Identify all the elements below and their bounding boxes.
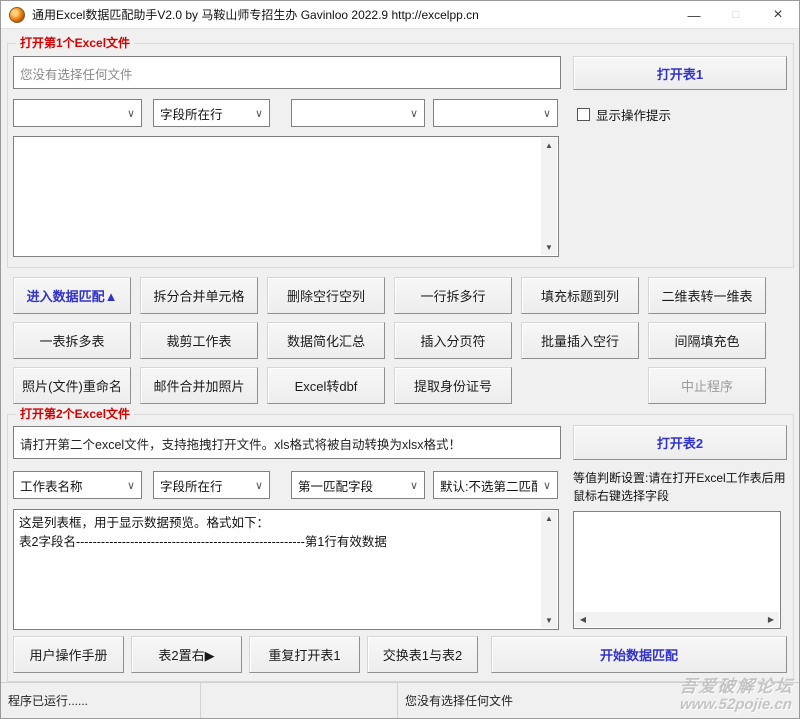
table2-preview-list[interactable]: 这是列表框，用于显示数据预览。格式如下： 表2字段名--------------… [13,509,559,630]
reopen-table1-button[interactable]: 重复打开表1 [249,636,360,673]
extract-id-number-button[interactable]: 提取身份证号 [394,367,512,404]
one-row-to-many-button[interactable]: 一行拆多行 [394,277,512,314]
status-file-message: 您没有选择任何文件 [398,683,799,718]
preview-line-1: 这是列表框，用于显示数据预览。格式如下： [19,514,538,533]
split-merged-cells-button[interactable]: 拆分合并单元格 [140,277,258,314]
open-table2-button[interactable]: 打开表2 [573,425,787,460]
abort-program-button: 中止程序 [648,367,766,404]
group2-title: 打开第2个Excel文件 [16,407,134,421]
checkbox-icon [577,108,590,121]
sheet1-name-combo[interactable]: ∨ [13,99,142,127]
scroll-up-icon[interactable]: ▲ [541,138,557,153]
close-button[interactable]: × [757,1,799,29]
preview-lines: 这是列表框，用于显示数据预览。格式如下： 表2字段名--------------… [14,510,558,552]
equal-judge-note: 等值判断设置:请在打开Excel工作表后用鼠标右键选择字段 [573,469,791,505]
chevron-down-icon: ∨ [249,107,269,120]
enter-data-match-button[interactable]: 进入数据匹配▲ [13,277,131,314]
file1-path-field[interactable]: 您没有选择任何文件 [13,56,561,89]
table-2d-to-1d-button[interactable]: 二维表转一维表 [648,277,766,314]
sheet2-name-combo[interactable]: 工作表名称 ∨ [13,471,142,499]
window-controls: — □ × [673,1,799,29]
start-data-match-button[interactable]: 开始数据匹配 [491,636,787,673]
chevron-down-icon: ∨ [249,479,269,492]
scroll-right-icon[interactable]: ▶ [763,612,779,627]
vertical-scrollbar[interactable]: ▲ ▼ [541,138,557,255]
equal-fields-list[interactable]: ◀ ▶ [573,511,781,629]
batch-insert-empty-rows-button[interactable]: 批量插入空行 [521,322,639,359]
data-simplify-summary-button[interactable]: 数据简化汇总 [267,322,385,359]
match1-field-combo[interactable]: ∨ [291,99,425,127]
one-table-to-many-button[interactable]: 一表拆多表 [13,322,131,359]
scroll-down-icon[interactable]: ▼ [541,613,557,628]
status-bar: 程序已运行...... 您没有选择任何文件 [1,682,799,718]
chevron-down-icon: ∨ [404,107,424,120]
field1-row-combo[interactable]: 字段所在行 ∨ [153,99,270,127]
window-title: 通用Excel数据匹配助手V2.0 by 马鞍山师专招生办 Gavinloo 2… [32,6,479,23]
app-window: 通用Excel数据匹配助手V2.0 by 马鞍山师专招生办 Gavinloo 2… [0,0,800,719]
preview-line-2: 表2字段名-----------------------------------… [19,533,538,552]
scroll-down-icon[interactable]: ▼ [541,240,557,255]
minimize-button[interactable]: — [673,1,715,29]
excel-to-dbf-button[interactable]: Excel转dbf [267,367,385,404]
file2-path-field[interactable]: 请打开第二个excel文件，支持拖拽打开文件。xls格式将被自动转换为xlsx格… [13,426,561,459]
vertical-scrollbar[interactable]: ▲ ▼ [541,511,557,628]
table2-to-right-button[interactable]: 表2置右▶ [131,636,242,673]
title-bar: 通用Excel数据匹配助手V2.0 by 马鞍山师专招生办 Gavinloo 2… [1,1,799,29]
insert-page-break-button[interactable]: 插入分页符 [394,322,512,359]
field2-row-combo[interactable]: 字段所在行 ∨ [153,471,270,499]
delete-empty-rows-cols-button[interactable]: 删除空行空列 [267,277,385,314]
tools-grid: 进入数据匹配▲ 拆分合并单元格 删除空行空列 一行拆多行 填充标题到列 二维表转… [13,277,766,404]
maximize-button[interactable]: □ [715,1,757,29]
horizontal-scrollbar[interactable]: ◀ ▶ [575,612,779,627]
chevron-down-icon: ∨ [121,107,141,120]
chevron-down-icon: ∨ [537,479,557,492]
app-icon [9,7,25,23]
table1-preview-list[interactable]: ▲ ▼ [13,136,559,257]
status-running: 程序已运行...... [1,683,201,718]
interval-fill-color-button[interactable]: 间隔填充色 [648,322,766,359]
chevron-down-icon: ∨ [404,479,424,492]
status-middle [201,683,398,718]
photo-file-rename-button[interactable]: 照片(文件)重命名 [13,367,131,404]
swap-tables-button[interactable]: 交换表1与表2 [367,636,478,673]
show-tips-checkbox[interactable]: 显示操作提示 [577,105,671,124]
first-match-field-combo[interactable]: 第一匹配字段 ∨ [291,471,425,499]
match1-field2-combo[interactable]: ∨ [433,99,558,127]
show-tips-label: 显示操作提示 [596,105,671,124]
scroll-left-icon[interactable]: ◀ [575,612,591,627]
user-manual-button[interactable]: 用户操作手册 [13,636,124,673]
second-match-field-combo[interactable]: 默认:不选第二匹配字 ∨ [433,471,558,499]
crop-worksheet-button[interactable]: 裁剪工作表 [140,322,258,359]
scroll-up-icon[interactable]: ▲ [541,511,557,526]
fill-title-to-column-button[interactable]: 填充标题到列 [521,277,639,314]
open-table1-button[interactable]: 打开表1 [573,56,787,90]
mail-merge-photo-button[interactable]: 邮件合并加照片 [140,367,258,404]
chevron-down-icon: ∨ [121,479,141,492]
group1-title: 打开第1个Excel文件 [16,36,134,50]
chevron-down-icon: ∨ [537,107,557,120]
